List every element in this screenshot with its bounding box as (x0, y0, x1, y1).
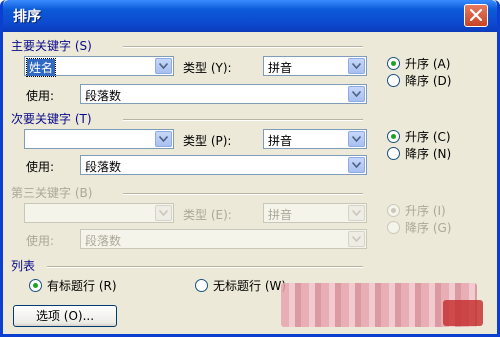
primary-type-value: 拼音 (268, 61, 293, 75)
tertiary-type-select: 拼音 (263, 203, 367, 223)
secondary-type-value: 拼音 (268, 134, 293, 148)
secondary-descending-label: 降序 (N) (405, 147, 452, 161)
tertiary-use-value: 段落数 (85, 234, 122, 248)
list-label: 列表 (11, 259, 36, 273)
tertiary-use-select: 段落数 (80, 229, 367, 249)
title-bar[interactable]: 排序 (3, 0, 497, 32)
header-row-label: 有标题行 (R) (47, 279, 117, 293)
secondary-key-field-select[interactable] (24, 129, 174, 149)
secondary-use-value: 段落数 (85, 160, 122, 174)
chevron-down-icon (352, 236, 361, 242)
group-divider (47, 266, 363, 268)
secondary-ascending-radio[interactable] (387, 130, 400, 143)
secondary-use-select[interactable]: 段落数 (80, 155, 367, 175)
dropdown-button (155, 205, 172, 221)
primary-use-value: 段落数 (85, 89, 122, 103)
secondary-type-select[interactable]: 拼音 (263, 129, 367, 149)
dropdown-button[interactable] (155, 131, 172, 147)
no-header-row-label: 无标题行 (W) (213, 279, 287, 293)
dropdown-button[interactable] (348, 131, 365, 147)
tertiary-key-field-select (24, 203, 174, 223)
tertiary-key-label: 第三关键字 (B) (11, 186, 93, 200)
tertiary-use-label: 使用: (26, 234, 55, 248)
chevron-down-icon (352, 91, 361, 97)
sort-dialog: 排序 主要关键字 (S) 姓名 类型 (Y): 拼音 使用: 段落数 升序 (A… (0, 0, 500, 337)
dropdown-button[interactable] (348, 157, 365, 173)
primary-key-field-select[interactable]: 姓名 (24, 56, 174, 77)
secondary-ascending-label: 升序 (C) (405, 130, 451, 144)
primary-type-label: 类型 (Y): (183, 61, 232, 75)
chevron-down-icon (159, 136, 168, 142)
secondary-key-label: 次要关键字 (T) (11, 112, 92, 126)
chevron-down-icon (352, 63, 361, 69)
dropdown-button (348, 205, 365, 221)
tertiary-descending-label: 降序 (G) (405, 221, 452, 235)
tertiary-ascending-label: 升序 (I) (405, 204, 446, 218)
primary-use-select[interactable]: 段落数 (80, 84, 367, 104)
obscured-button-area (443, 300, 483, 326)
tertiary-type-value: 拼音 (268, 208, 293, 222)
secondary-descending-radio[interactable] (387, 147, 400, 160)
primary-use-label: 使用: (26, 89, 55, 103)
dropdown-button (348, 231, 365, 247)
dropdown-button[interactable] (155, 58, 172, 74)
dropdown-button[interactable] (348, 86, 365, 102)
primary-type-select[interactable]: 拼音 (263, 56, 367, 76)
primary-ascending-radio[interactable] (387, 57, 400, 70)
secondary-use-label: 使用: (26, 160, 55, 174)
primary-key-label: 主要关键字 (S) (11, 39, 92, 53)
chevron-down-icon (352, 210, 361, 216)
no-header-row-radio[interactable] (195, 279, 208, 292)
primary-descending-radio[interactable] (387, 74, 400, 87)
group-divider (123, 193, 363, 195)
primary-key-field-value: 姓名 (25, 58, 57, 77)
tertiary-descending-radio (387, 221, 400, 234)
secondary-type-label: 类型 (P): (183, 134, 232, 148)
primary-descending-label: 降序 (D) (405, 74, 452, 88)
group-divider (123, 119, 363, 121)
tertiary-ascending-radio (387, 204, 400, 217)
tertiary-type-label: 类型 (E): (183, 208, 232, 222)
chevron-down-icon (159, 210, 168, 216)
dialog-title: 排序 (13, 9, 41, 25)
primary-ascending-label: 升序 (A) (405, 57, 451, 71)
chevron-down-icon (352, 136, 361, 142)
chevron-down-icon (352, 162, 361, 168)
chevron-down-icon (159, 63, 168, 69)
close-button[interactable] (464, 4, 488, 27)
header-row-radio[interactable] (29, 279, 42, 292)
close-icon (470, 9, 482, 21)
dropdown-button[interactable] (348, 58, 365, 74)
options-button[interactable]: 选项 (O)... (13, 305, 117, 327)
group-divider (123, 46, 363, 48)
